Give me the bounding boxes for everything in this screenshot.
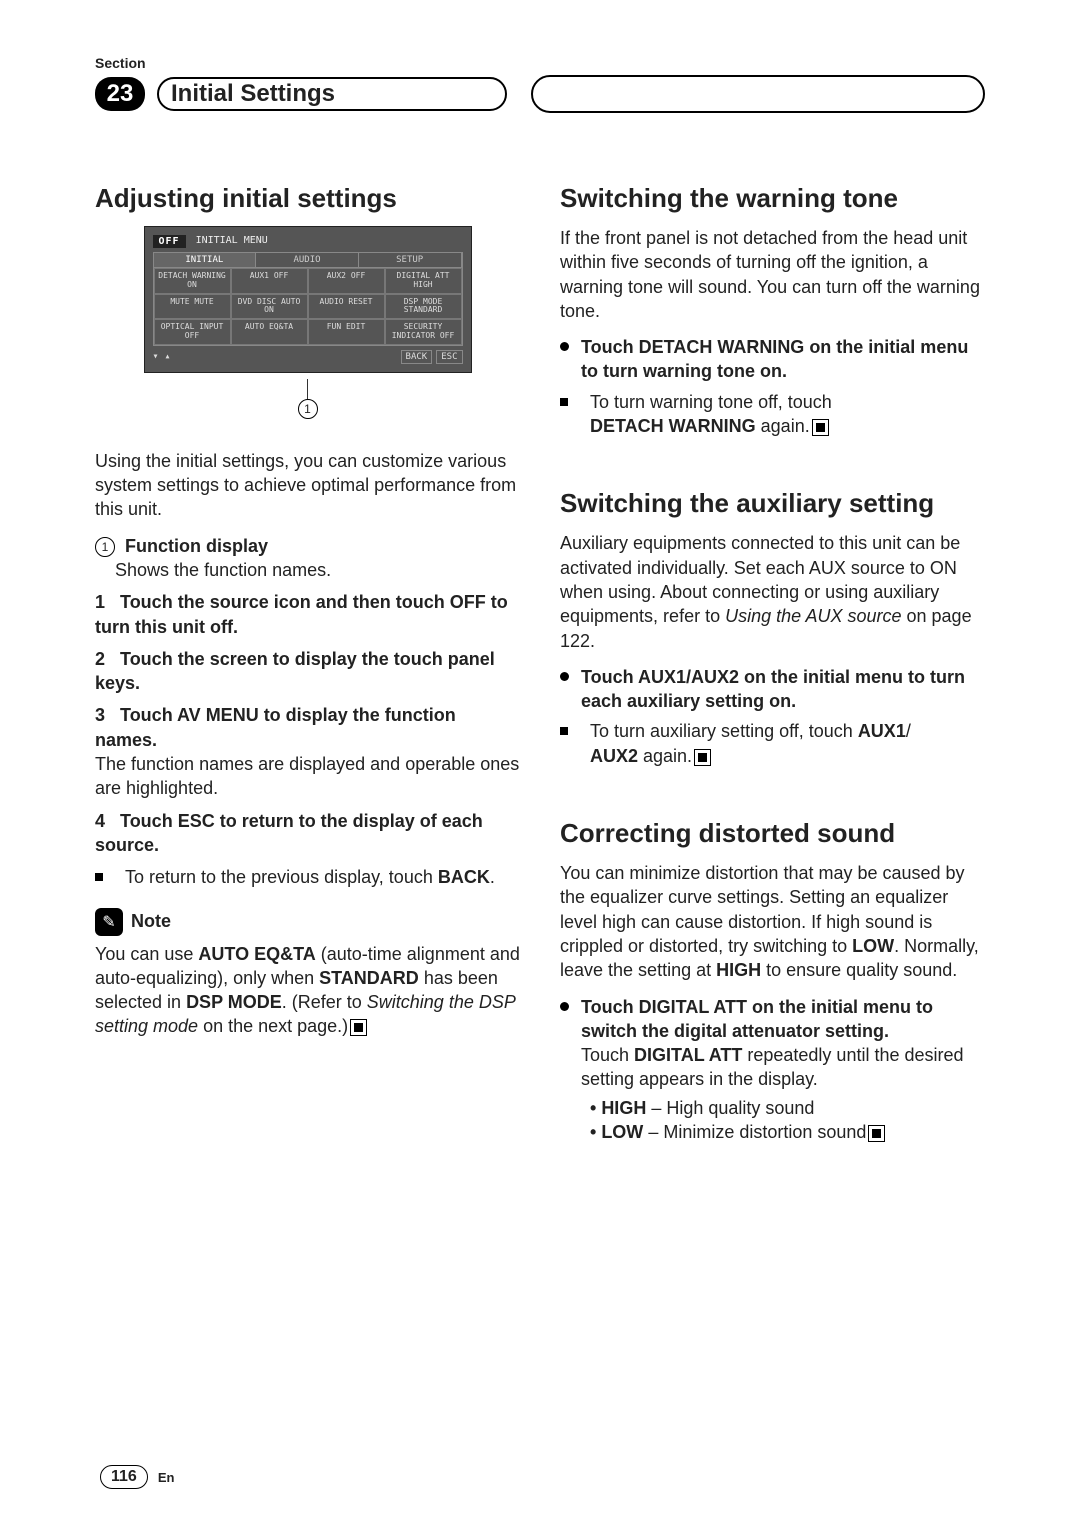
warning-tone-intro: If the front panel is not detached from … — [560, 226, 985, 323]
option-low: LOW – Minimize distortion sound — [590, 1120, 985, 1144]
note-icon: ✎ — [95, 908, 123, 936]
step-2: 2 Touch the screen to display the touch … — [95, 647, 520, 696]
note-header: ✎ Note — [95, 908, 520, 936]
heading-distorted-sound: Correcting distorted sound — [560, 818, 985, 849]
function-display-desc: Shows the function names. — [115, 560, 331, 580]
left-column: Adjusting initial settings OFF INITIAL M… — [95, 183, 520, 1148]
ss-cell: DSP MODE STANDARD — [385, 294, 462, 320]
dot-bullet-icon — [560, 342, 569, 351]
ss-cell: DVD DISC AUTO ON — [231, 294, 308, 320]
section-label: Section — [95, 55, 985, 71]
step-1: 1 Touch the source icon and then touch O… — [95, 590, 520, 639]
page-language: En — [158, 1470, 175, 1485]
ss-cell: MUTE MUTE — [154, 294, 231, 320]
ss-cell: SECURITY INDICATOR OFF — [385, 319, 462, 345]
device-screenshot: OFF INITIAL MENU INITIAL AUDIO SETUP DET… — [144, 226, 472, 373]
step-4: 4 Touch ESC to return to the display of … — [95, 809, 520, 858]
ss-cell: AUTO EQ&TA — [231, 319, 308, 345]
ss-tab-audio: AUDIO — [256, 253, 359, 267]
aux-step: Touch AUX1/AUX2 on the initial menu to t… — [560, 665, 985, 714]
digital-att-step: Touch DIGITAL ATT on the initial menu to… — [560, 995, 985, 1092]
ss-cell: OPTICAL INPUT OFF — [154, 319, 231, 345]
ss-cell: AUDIO RESET — [308, 294, 385, 320]
end-mark-icon — [812, 419, 829, 436]
dot-bullet-icon — [560, 672, 569, 681]
square-bullet-icon — [560, 727, 568, 735]
screenshot-callout: 1 — [95, 379, 520, 419]
square-bullet-icon — [95, 873, 103, 881]
ss-esc-btn: ESC — [436, 350, 462, 364]
chapter-empty-pill — [531, 75, 985, 113]
note-label: Note — [131, 911, 171, 932]
chapter-number-badge: 23 — [95, 77, 145, 111]
ss-cell: AUX2 OFF — [308, 268, 385, 294]
ss-cell: FUN EDIT — [308, 319, 385, 345]
function-display-label: Function display — [125, 536, 268, 556]
intro-paragraph: Using the initial settings, you can cust… — [95, 449, 520, 522]
ss-cell: DETACH WARNING ON — [154, 268, 231, 294]
chapter-header: 23 Initial Settings — [95, 75, 985, 113]
square-bullet-icon — [560, 398, 568, 406]
ss-off-label: OFF — [153, 235, 186, 248]
note-body: You can use AUTO EQ&TA (auto-time alignm… — [95, 942, 520, 1039]
end-mark-icon — [868, 1125, 885, 1142]
digital-att-options: HIGH – High quality sound LOW – Minimize… — [560, 1096, 985, 1145]
heading-warning-tone: Switching the warning tone — [560, 183, 985, 214]
function-display-item: 1 Function display Shows the function na… — [95, 534, 520, 583]
dot-bullet-icon — [560, 1002, 569, 1011]
end-mark-icon — [694, 749, 711, 766]
ss-menu-title: INITIAL MENU — [190, 235, 463, 248]
ss-back-btn: BACK — [401, 350, 433, 364]
page-footer: 116 En — [100, 1465, 174, 1489]
ss-tab-initial: INITIAL — [154, 253, 257, 267]
warning-tone-step: Touch DETACH WARNING on the initial menu… — [560, 335, 985, 384]
ss-cell: DIGITAL ATT HIGH — [385, 268, 462, 294]
step-3-desc: The function names are displayed and ope… — [95, 754, 519, 798]
chapter-title-pill: Initial Settings — [157, 77, 507, 111]
ss-arrows-icon: ▾ ▴ — [153, 351, 171, 362]
ss-cell: AUX1 OFF — [231, 268, 308, 294]
circled-1: 1 — [95, 537, 115, 557]
ss-grid: DETACH WARNING ON AUX1 OFF AUX2 OFF DIGI… — [153, 268, 463, 346]
ss-tabs: INITIAL AUDIO SETUP — [153, 252, 463, 268]
end-mark-icon — [350, 1019, 367, 1036]
manual-page: Section 23 Initial Settings Adjusting in… — [0, 0, 1080, 1529]
heading-adjusting: Adjusting initial settings — [95, 183, 520, 214]
page-number: 116 — [100, 1465, 148, 1489]
callout-number: 1 — [298, 399, 318, 419]
aux-sub: To turn auxiliary setting off, touch AUX… — [560, 719, 985, 768]
step-4-bullet: To return to the previous display, touch… — [95, 865, 520, 889]
heading-aux-setting: Switching the auxiliary setting — [560, 488, 985, 519]
warning-tone-sub: To turn warning tone off, touch DETACH W… — [560, 390, 985, 439]
aux-intro: Auxiliary equipments connected to this u… — [560, 531, 985, 652]
distorted-intro: You can minimize distortion that may be … — [560, 861, 985, 982]
option-high: HIGH – High quality sound — [590, 1096, 985, 1120]
right-column: Switching the warning tone If the front … — [560, 183, 985, 1148]
ss-tab-setup: SETUP — [359, 253, 462, 267]
step-3: 3 Touch AV MENU to display the function … — [95, 703, 520, 800]
chapter-title: Initial Settings — [171, 80, 335, 108]
